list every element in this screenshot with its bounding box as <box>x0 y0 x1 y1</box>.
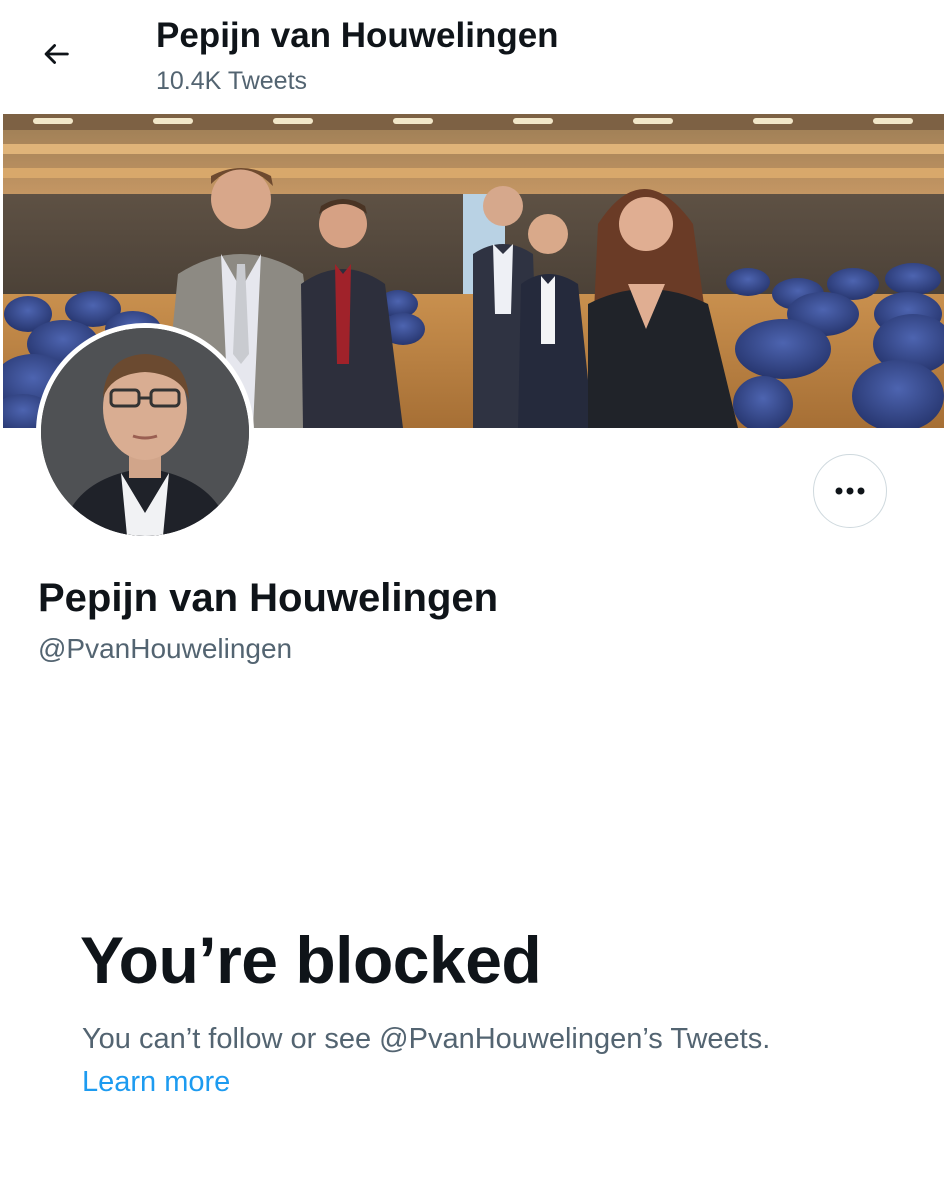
learn-more-link[interactable]: Learn more <box>82 1066 230 1099</box>
header-tweet-count: 10.4K Tweets <box>156 67 308 95</box>
profile-page: Pepijn van Houwelingen 10.4K Tweets Pepi… <box>0 0 944 1200</box>
blocked-description: You can’t follow or see @PvanHouwelingen… <box>82 1023 771 1055</box>
ellipsis-icon <box>835 482 865 500</box>
blocked-heading: You’re blocked <box>80 923 542 997</box>
top-header: Pepijn van Houwelingen 10.4K Tweets <box>0 0 944 112</box>
back-button[interactable] <box>28 28 84 84</box>
profile-display-name: Pepijn van Houwelingen <box>38 576 499 620</box>
profile-handle: @PvanHouwelingen <box>38 633 293 664</box>
arrow-left-icon <box>39 37 73 76</box>
more-options-button[interactable] <box>813 454 887 528</box>
profile-avatar[interactable] <box>36 323 254 541</box>
header-title: Pepijn van Houwelingen <box>156 16 559 55</box>
